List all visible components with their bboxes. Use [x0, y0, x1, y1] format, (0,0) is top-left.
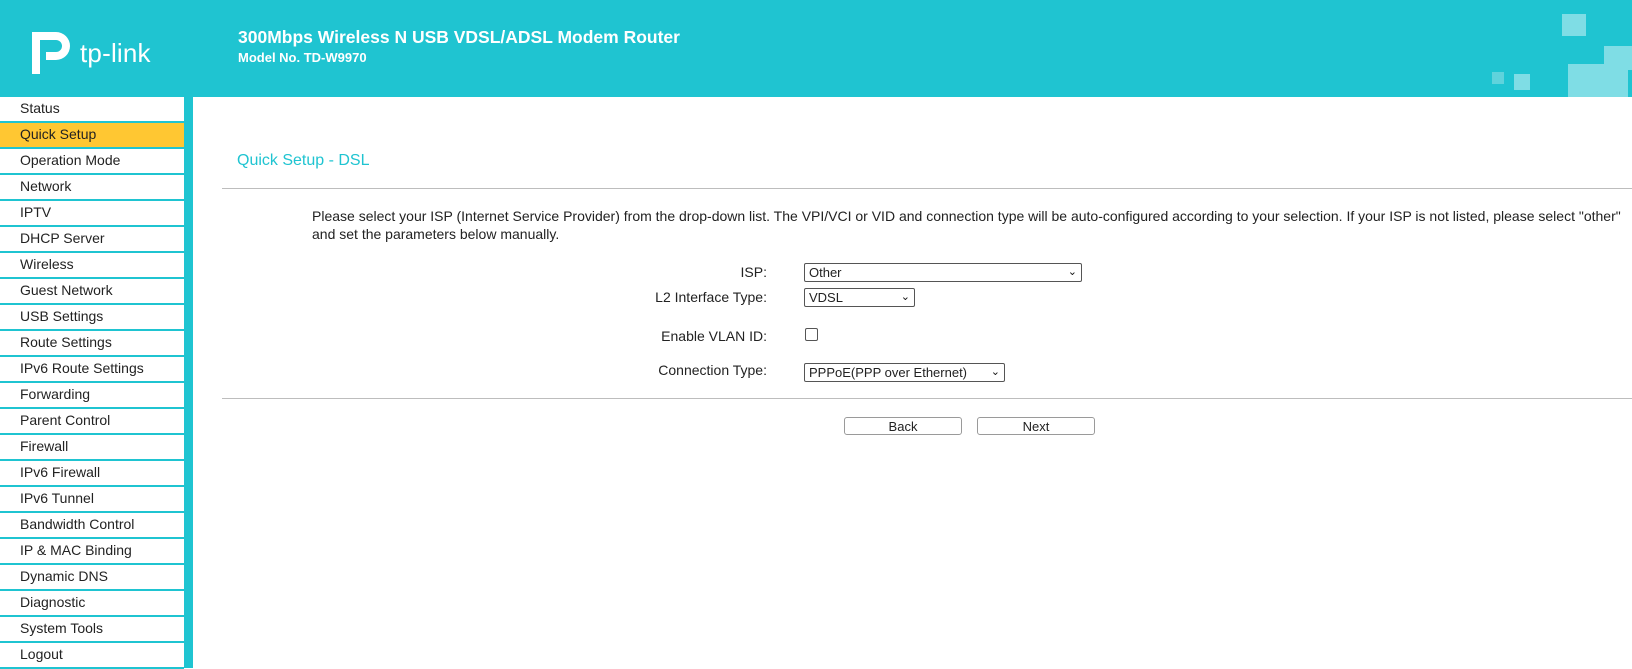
tp-link-logo-icon — [32, 32, 70, 74]
sidebar-item-forwarding[interactable]: Forwarding — [0, 383, 184, 409]
isp-select-value: Other — [809, 265, 842, 280]
model-number: Model No. TD-W9970 — [238, 50, 367, 65]
main-content: Quick Setup - DSL Please select your ISP… — [193, 97, 1632, 668]
sidebar-item-parent-control[interactable]: Parent Control — [0, 409, 184, 435]
sidebar-item-firewall[interactable]: Firewall — [0, 435, 184, 461]
sidebar-item-ip-mac-binding[interactable]: IP & MAC Binding — [0, 539, 184, 565]
tp-link-logo: tp-link — [24, 28, 151, 78]
l2-interface-label: L2 Interface Type: — [655, 289, 767, 305]
page-title: Quick Setup - DSL — [237, 152, 370, 169]
sidebar-item-dynamic-dns[interactable]: Dynamic DNS — [0, 565, 184, 591]
next-button[interactable]: Next — [977, 417, 1095, 435]
connection-type-select[interactable]: PPPoE(PPP over Ethernet) ⌄ — [804, 363, 1005, 382]
sidebar-item-guest-network[interactable]: Guest Network — [0, 279, 184, 305]
chevron-down-icon: ⌄ — [1067, 266, 1077, 278]
header-banner: tp-link 300Mbps Wireless N USB VDSL/ADSL… — [0, 0, 1632, 97]
sidebar-item-diagnostic[interactable]: Diagnostic — [0, 591, 184, 617]
sidebar-item-operation-mode[interactable]: Operation Mode — [0, 149, 184, 175]
sidebar-item-wireless[interactable]: Wireless — [0, 253, 184, 279]
sidebar-menu: Status Quick Setup Operation Mode Network IP… — [0, 97, 193, 669]
divider-top — [222, 188, 1632, 189]
connection-type-label: Connection Type: — [658, 362, 767, 378]
sidebar-item-route-settings[interactable]: Route Settings — [0, 331, 184, 357]
connection-type-select-value: PPPoE(PPP over Ethernet) — [809, 365, 968, 380]
sidebar-item-iptv[interactable]: IPTV — [0, 201, 184, 227]
enable-vlan-checkbox[interactable] — [805, 328, 818, 341]
description-text: Please select your ISP (Internet Service… — [312, 208, 1621, 242]
decorative-squares-icon — [1492, 14, 1632, 97]
l2-interface-select-value: VDSL — [809, 290, 843, 305]
sidebar-item-quick-setup[interactable]: Quick Setup — [0, 123, 184, 149]
l2-interface-select[interactable]: VDSL ⌄ — [804, 288, 915, 307]
sidebar-item-dhcp-server[interactable]: DHCP Server — [0, 227, 184, 253]
logo-text: tp-link — [80, 37, 151, 68]
back-button[interactable]: Back — [844, 417, 962, 435]
isp-select[interactable]: Other ⌄ — [804, 263, 1082, 282]
sidebar-item-ipv6-route-settings[interactable]: IPv6 Route Settings — [0, 357, 184, 383]
sidebar-item-logout[interactable]: Logout — [0, 643, 184, 669]
sidebar-item-status[interactable]: Status — [0, 97, 184, 123]
sidebar-item-ipv6-firewall[interactable]: IPv6 Firewall — [0, 461, 184, 487]
sidebar-item-ipv6-tunnel[interactable]: IPv6 Tunnel — [0, 487, 184, 513]
sidebar-item-system-tools[interactable]: System Tools — [0, 617, 184, 643]
isp-label: ISP: — [740, 264, 767, 280]
product-title: 300Mbps Wireless N USB VDSL/ADSL Modem R… — [238, 27, 680, 47]
sidebar-item-network[interactable]: Network — [0, 175, 184, 201]
enable-vlan-label: Enable VLAN ID: — [661, 328, 767, 344]
sidebar-item-usb-settings[interactable]: USB Settings — [0, 305, 184, 331]
chevron-down-icon: ⌄ — [900, 291, 910, 303]
sidebar-item-bandwidth-control[interactable]: Bandwidth Control — [0, 513, 184, 539]
chevron-down-icon: ⌄ — [990, 366, 1000, 378]
divider-bottom — [222, 398, 1632, 399]
